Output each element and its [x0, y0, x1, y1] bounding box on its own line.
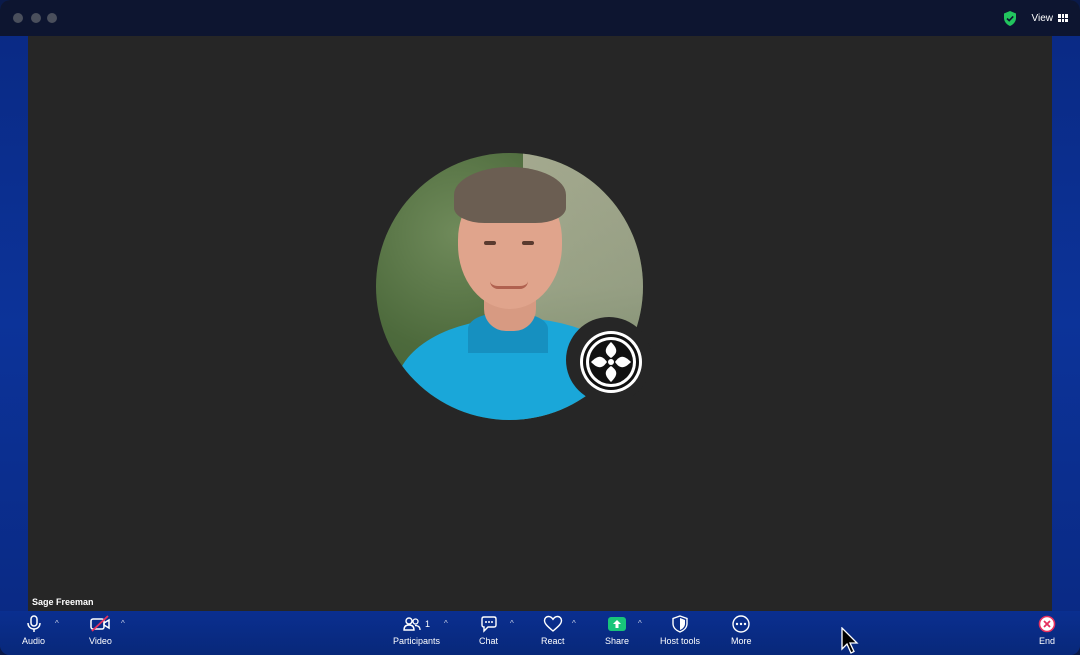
- video-label: Video: [89, 636, 112, 646]
- more-label: More: [731, 636, 752, 646]
- close-window-button[interactable]: [13, 13, 23, 23]
- more-button[interactable]: More: [731, 615, 752, 646]
- chat-options-caret[interactable]: ^: [510, 619, 514, 628]
- encryption-shield-icon[interactable]: [1003, 11, 1017, 26]
- view-label: View: [1031, 12, 1054, 24]
- more-options-icon: [732, 615, 750, 633]
- share-screen-icon: [608, 617, 627, 631]
- react-label: React: [541, 636, 565, 646]
- window-frame-left: [0, 36, 28, 611]
- share-button[interactable]: Share: [605, 615, 629, 646]
- share-options-caret[interactable]: ^: [638, 619, 642, 628]
- chat-label: Chat: [479, 636, 499, 646]
- audio-label: Audio: [22, 636, 46, 646]
- host-tools-label: Host tools: [660, 636, 701, 646]
- end-close-icon: [1038, 615, 1056, 633]
- chat-button[interactable]: Chat: [479, 615, 498, 646]
- chat-icon: [480, 616, 497, 633]
- organization-logo-badge: [566, 317, 652, 403]
- title-bar: View: [0, 0, 1080, 36]
- end-meeting-button[interactable]: End: [1038, 615, 1056, 646]
- react-options-caret[interactable]: ^: [572, 619, 576, 628]
- meeting-toolbar: Audio ^ Video ^ 1 Participants ^ Chat ^ …: [0, 611, 1080, 655]
- zoom-window-button[interactable]: [47, 13, 57, 23]
- audio-button[interactable]: Audio: [22, 615, 45, 646]
- participants-count: 1: [425, 619, 431, 629]
- participants-button[interactable]: 1 Participants: [393, 615, 440, 646]
- heart-icon: [543, 615, 562, 632]
- end-label: End: [1038, 636, 1055, 646]
- share-label: Share: [605, 636, 630, 646]
- window-frame-right: [1052, 36, 1080, 611]
- grid-view-icon: [1058, 14, 1068, 22]
- minimize-window-button[interactable]: [31, 13, 41, 23]
- audio-options-caret[interactable]: ^: [55, 619, 59, 628]
- video-button[interactable]: Video: [89, 615, 112, 646]
- participant-name-label: Sage Freeman: [32, 597, 94, 607]
- participants-label: Participants: [393, 636, 441, 646]
- participants-icon: [403, 617, 421, 631]
- video-options-caret[interactable]: ^: [121, 619, 125, 628]
- participants-options-caret[interactable]: ^: [444, 619, 448, 628]
- host-tools-button[interactable]: Host tools: [660, 615, 700, 646]
- view-button[interactable]: View: [1031, 10, 1068, 26]
- mouse-pointer-icon: [841, 627, 859, 654]
- video-off-icon: [90, 615, 111, 632]
- organization-logo-icon: [583, 334, 639, 390]
- react-button[interactable]: React: [541, 615, 565, 646]
- meeting-window: View Sage Freeman Audio ^ Video ^ 1 Part…: [0, 0, 1080, 655]
- host-tools-shield-icon: [672, 615, 688, 633]
- microphone-icon: [26, 615, 41, 632]
